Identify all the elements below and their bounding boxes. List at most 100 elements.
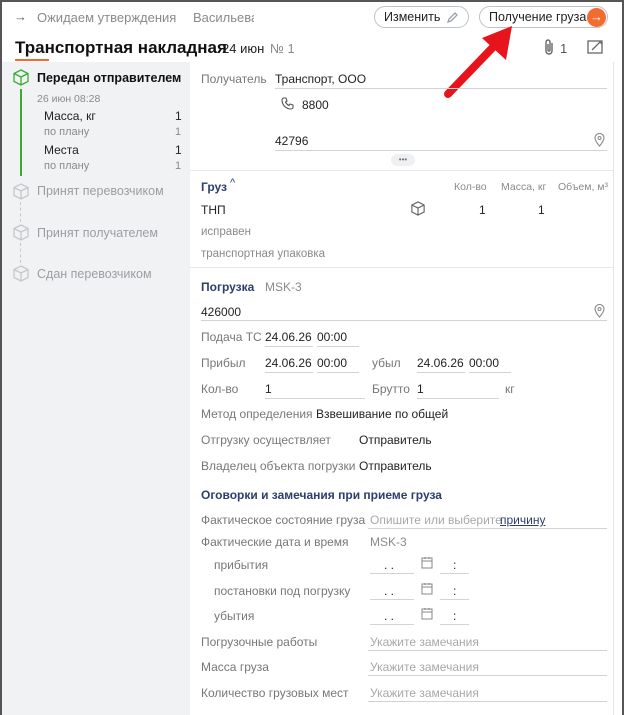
supply-label: Подача ТС xyxy=(201,330,262,344)
actual-dt-tz: MSK-3 xyxy=(370,535,407,549)
status-arrow-icon: → xyxy=(14,9,27,24)
departure-time-underline xyxy=(440,624,469,625)
chevron-up-icon[interactable]: ^ xyxy=(230,177,235,189)
col-qty: Кол-во xyxy=(454,181,487,193)
main-right-border xyxy=(613,62,614,715)
cargo-places-label: Количество грузовых мест xyxy=(201,686,349,700)
stage-dashed-line xyxy=(20,243,21,263)
cargo-mass-label: Масса груза xyxy=(201,660,269,674)
gross-value[interactable]: 1 xyxy=(417,382,424,396)
departure-time-input[interactable]: : xyxy=(453,609,456,623)
remarks-title: Оговорки и замечания при приеме груза xyxy=(201,488,442,502)
arrived-date[interactable]: 24.06.26 xyxy=(265,356,312,370)
qty-underline xyxy=(265,398,365,399)
loading-works-input[interactable]: Укажите замечания xyxy=(370,635,479,649)
sidebar-panel xyxy=(2,62,190,715)
edit-button-label: Изменить xyxy=(384,10,441,24)
location-pin-icon[interactable] xyxy=(594,132,605,150)
recipient-address[interactable]: 42796 xyxy=(275,134,308,148)
loading-works-label: Погрузочные работы xyxy=(201,635,318,649)
mass-value: 1 xyxy=(175,109,182,123)
divider xyxy=(190,267,614,268)
places-plan-value: 1 xyxy=(175,160,182,172)
annotation-arrow xyxy=(444,26,512,98)
doc-title: Транспортная накладная xyxy=(15,38,227,57)
arrival-time-input[interactable]: : xyxy=(453,558,456,572)
stage-title-sent[interactable]: Передан отправителем xyxy=(37,71,181,85)
arrived-time[interactable]: 00:00 xyxy=(317,356,347,370)
cargo-title[interactable]: Груз xyxy=(201,180,227,194)
gross-unit: кг xyxy=(505,382,515,396)
box-icon-carrier xyxy=(13,183,29,203)
places-plan-label: по плану xyxy=(44,160,90,172)
mass-plan-value: 1 xyxy=(175,126,182,138)
stage-title-carrier[interactable]: Принят перевозчиком xyxy=(37,184,164,198)
box-icon-handover xyxy=(13,265,29,285)
left-time[interactable]: 00:00 xyxy=(469,356,499,370)
stage-title-handover[interactable]: Сдан перевозчиком xyxy=(37,267,152,281)
method-value[interactable]: Взвешивание по общей xyxy=(316,407,448,421)
placement-time-input[interactable]: : xyxy=(453,584,456,598)
gross-underline xyxy=(417,398,499,399)
placement-date-underline xyxy=(370,599,414,600)
cargo-mass: 1 xyxy=(538,203,545,217)
owner-label: Владелец объекта погрузки xyxy=(201,459,356,473)
qty-value[interactable]: 1 xyxy=(265,382,272,396)
arrived-label: Прибыл xyxy=(201,356,246,370)
left-label: убыл xyxy=(372,356,401,370)
departure-date-underline xyxy=(370,624,414,625)
departure-label: убытия xyxy=(214,609,255,623)
qty-label: Кол-во xyxy=(201,382,239,396)
col-mass: Масса, кг xyxy=(501,181,547,193)
left-time-underline xyxy=(469,372,511,373)
loading-address-underline xyxy=(201,320,607,321)
supply-time[interactable]: 00:00 xyxy=(317,330,347,344)
location-pin-icon[interactable] xyxy=(594,303,605,321)
loading-works-underline xyxy=(368,650,607,651)
stage-title-recipient[interactable]: Принят получателем xyxy=(37,226,158,240)
placement-time-underline xyxy=(440,599,469,600)
calendar-icon[interactable] xyxy=(421,556,433,572)
reason-link[interactable]: причину xyxy=(500,513,545,527)
shipper-value[interactable]: Отправитель xyxy=(359,433,432,447)
supply-date-underline xyxy=(265,346,313,347)
package-icon xyxy=(411,201,425,219)
departure-date-input[interactable]: . . xyxy=(384,609,394,623)
cargo-packaging: транспортная упаковка xyxy=(201,248,326,260)
stage-date: 26 июн 08:28 xyxy=(37,93,101,105)
supply-time-underline xyxy=(317,346,359,347)
recipient-name-underline xyxy=(275,88,607,89)
user-name-mask xyxy=(254,6,366,26)
title-underline xyxy=(15,59,49,61)
actual-state-label: Фактическое состояние груза xyxy=(201,513,366,527)
cargo-places-underline xyxy=(368,701,607,702)
arrival-time-underline xyxy=(440,573,469,574)
cargo-mass-input[interactable]: Укажите замечания xyxy=(370,660,479,674)
arrival-date-input[interactable]: . . xyxy=(384,558,394,572)
user-name: Васильева xyxy=(193,10,259,25)
actual-state-placeholder[interactable]: Опишите или выберите xyxy=(370,513,502,527)
col-volume: Объем, м³ xyxy=(558,181,609,193)
left-date[interactable]: 24.06.26 xyxy=(417,356,464,370)
doc-date: 24 июн xyxy=(222,41,265,56)
places-label: Места xyxy=(44,143,79,157)
recipient-name[interactable]: Транспорт, ООО xyxy=(275,72,366,86)
paperclip-icon[interactable] xyxy=(543,38,555,59)
status-label: Ожидаем утверждения xyxy=(37,10,177,25)
loading-address[interactable]: 426000 xyxy=(201,305,241,319)
owner-value[interactable]: Отправитель xyxy=(359,459,432,473)
more-button[interactable]: ••• xyxy=(391,154,415,166)
actual-state-underline xyxy=(368,528,607,529)
cargo-condition: исправен xyxy=(201,226,251,238)
placement-label: постановки под погрузку xyxy=(214,584,351,598)
calendar-icon[interactable] xyxy=(421,607,433,623)
supply-date[interactable]: 24.06.26 xyxy=(265,330,312,344)
calendar-icon[interactable] xyxy=(421,582,433,598)
placement-date-input[interactable]: . . xyxy=(384,584,394,598)
box-icon-recipient xyxy=(13,224,29,244)
method-label: Метод определения xyxy=(201,407,313,421)
recipient-phone[interactable]: 8800 xyxy=(302,98,329,112)
phone-icon xyxy=(281,97,294,113)
sign-document-icon[interactable] xyxy=(586,38,606,59)
cargo-places-input[interactable]: Укажите замечания xyxy=(370,686,479,700)
